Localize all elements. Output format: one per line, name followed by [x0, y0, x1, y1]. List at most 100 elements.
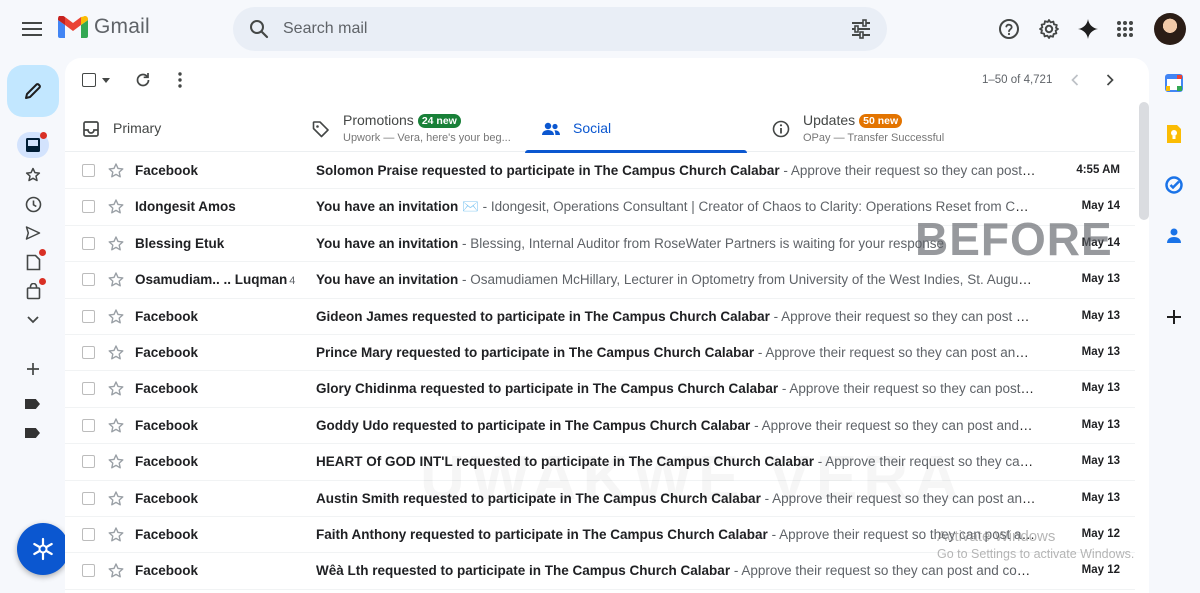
row-checkbox[interactable]: [82, 455, 95, 469]
rail-drafts[interactable]: [19, 248, 47, 276]
gemini-button[interactable]: [1075, 16, 1101, 42]
star-icon[interactable]: [107, 344, 125, 362]
compose-button[interactable]: [7, 65, 59, 117]
hamburger-menu-icon: [22, 22, 42, 36]
row-checkbox[interactable]: [82, 273, 95, 287]
star-icon[interactable]: [107, 417, 125, 435]
star-icon[interactable]: [107, 308, 125, 326]
row-checkbox[interactable]: [82, 491, 95, 505]
star-icon[interactable]: [107, 526, 125, 544]
star-icon[interactable]: [107, 453, 125, 471]
before-overlay-label: BEFORE: [915, 213, 1113, 265]
select-options-dropdown[interactable]: [99, 68, 113, 92]
email-sender: Facebook: [135, 163, 310, 178]
search-input[interactable]: [283, 17, 823, 41]
main-menu-button[interactable]: [14, 11, 50, 47]
email-date: May 13: [1081, 382, 1120, 395]
gmail-m-logo: [58, 16, 88, 38]
rail-more[interactable]: [19, 306, 47, 334]
tab-label: Promotions 24 new: [343, 112, 461, 128]
email-subject: Glory Chidinma requested to participate …: [316, 381, 779, 397]
row-checkbox[interactable]: [82, 564, 95, 578]
email-row[interactable]: Facebook Solomon Praise requested to part…: [65, 153, 1135, 190]
row-checkbox[interactable]: [82, 527, 95, 541]
create-label-button[interactable]: [19, 355, 47, 383]
refresh-button[interactable]: [131, 68, 155, 92]
email-preview: Glory Chidinma requested to participate …: [316, 381, 1036, 396]
more-vert-icon: [178, 72, 182, 88]
rail-sent[interactable]: [19, 219, 47, 247]
contacts-app-button[interactable]: [1163, 225, 1185, 247]
rail-starred[interactable]: [19, 161, 47, 189]
help-button[interactable]: [996, 16, 1022, 42]
email-preview: Faith Anthony requested to participate i…: [316, 527, 1036, 542]
more-options-button[interactable]: [168, 68, 192, 92]
row-checkbox[interactable]: [82, 345, 95, 359]
email-sender: Idongesit Amos: [135, 199, 310, 214]
email-subject: Wêà Lth requested to participate in The …: [316, 563, 731, 579]
star-icon[interactable]: [107, 198, 125, 216]
tasks-app-button[interactable]: [1163, 174, 1185, 196]
tune-icon[interactable]: [849, 17, 873, 41]
tab-promotions[interactable]: Promotions 24 new Upwork — Vera, here's y…: [311, 106, 531, 152]
help-circle-icon: [999, 19, 1019, 39]
star-icon[interactable]: [107, 162, 125, 180]
star-icon[interactable]: [107, 562, 125, 580]
rail-snoozed[interactable]: [19, 190, 47, 218]
label-tag-icon[interactable]: [25, 428, 40, 438]
search-bar: [233, 7, 887, 51]
rail-purchases[interactable]: [19, 277, 47, 305]
tab-primary[interactable]: Primary: [81, 106, 301, 152]
settings-button[interactable]: [1036, 16, 1062, 42]
email-sender: Facebook: [135, 381, 310, 396]
gmail-logo[interactable]: Gmail: [58, 15, 150, 39]
email-row[interactable]: Facebook Gideon James requested to partic…: [65, 299, 1135, 335]
row-checkbox[interactable]: [82, 200, 95, 214]
apps-button[interactable]: [1112, 16, 1138, 42]
row-checkbox[interactable]: [82, 382, 95, 396]
star-icon[interactable]: [107, 490, 125, 508]
email-snippet: - Blessing, Internal Auditor from RoseWa…: [458, 235, 944, 251]
select-all-checkbox[interactable]: [80, 68, 98, 92]
contacts-icon: [1167, 228, 1181, 243]
calendar-app-button[interactable]: [1163, 72, 1185, 94]
email-row[interactable]: Facebook Prince Mary requested to partici…: [65, 335, 1135, 372]
sender-name: Facebook: [135, 381, 199, 397]
email-row[interactable]: Facebook Goddy Udo requested to participa…: [65, 408, 1135, 445]
tab-label: Updates 50 new: [803, 112, 903, 128]
keep-app-button[interactable]: [1163, 123, 1185, 145]
checkbox-icon: [82, 73, 96, 87]
email-preview: You have an invitation - Osamudiamen McH…: [316, 272, 1036, 287]
email-snippet: - Approve their request so they can post…: [757, 344, 1036, 360]
email-snippet: - Approve their request so they can post…: [773, 308, 1036, 324]
star-icon[interactable]: [107, 235, 125, 253]
account-avatar[interactable]: [1154, 13, 1186, 45]
row-checkbox[interactable]: [82, 164, 95, 177]
unread-dot: [40, 132, 47, 139]
email-subject: You have an invitation: [316, 272, 459, 288]
quick-action-button[interactable]: [17, 523, 69, 575]
rail-inbox[interactable]: [17, 132, 49, 158]
older-page-button[interactable]: [1098, 68, 1122, 92]
search-icon[interactable]: [247, 17, 271, 41]
label-tag-icon[interactable]: [25, 399, 40, 409]
email-row[interactable]: Osamudiam.. .. Luqman 4 You have an invita…: [65, 262, 1135, 299]
sender-name: Facebook: [135, 163, 199, 178]
star-icon[interactable]: [107, 271, 125, 289]
email-snippet: - Approve their request so they can post…: [754, 417, 1036, 433]
list-scrollbar[interactable]: [1139, 102, 1149, 220]
row-checkbox[interactable]: [82, 309, 95, 323]
star-icon[interactable]: [107, 380, 125, 398]
get-addons-button[interactable]: [1163, 306, 1185, 328]
keep-icon: [1167, 125, 1181, 143]
email-row[interactable]: Facebook Glory Chidinma requested to part…: [65, 371, 1135, 408]
email-snippet: - Osamudiamen McHillary, Lecturer in Opt…: [462, 272, 1036, 288]
newer-page-button[interactable]: [1063, 68, 1087, 92]
email-date: May 13: [1081, 345, 1120, 358]
send-icon: [25, 226, 41, 240]
email-sender: Osamudiam.. .. Luqman 4: [135, 272, 310, 287]
tab-social[interactable]: Social: [541, 106, 751, 152]
row-checkbox[interactable]: [82, 418, 95, 432]
tab-updates[interactable]: Updates 50 new OPay — Transfer Successful: [771, 106, 1011, 152]
row-checkbox[interactable]: [82, 236, 95, 250]
